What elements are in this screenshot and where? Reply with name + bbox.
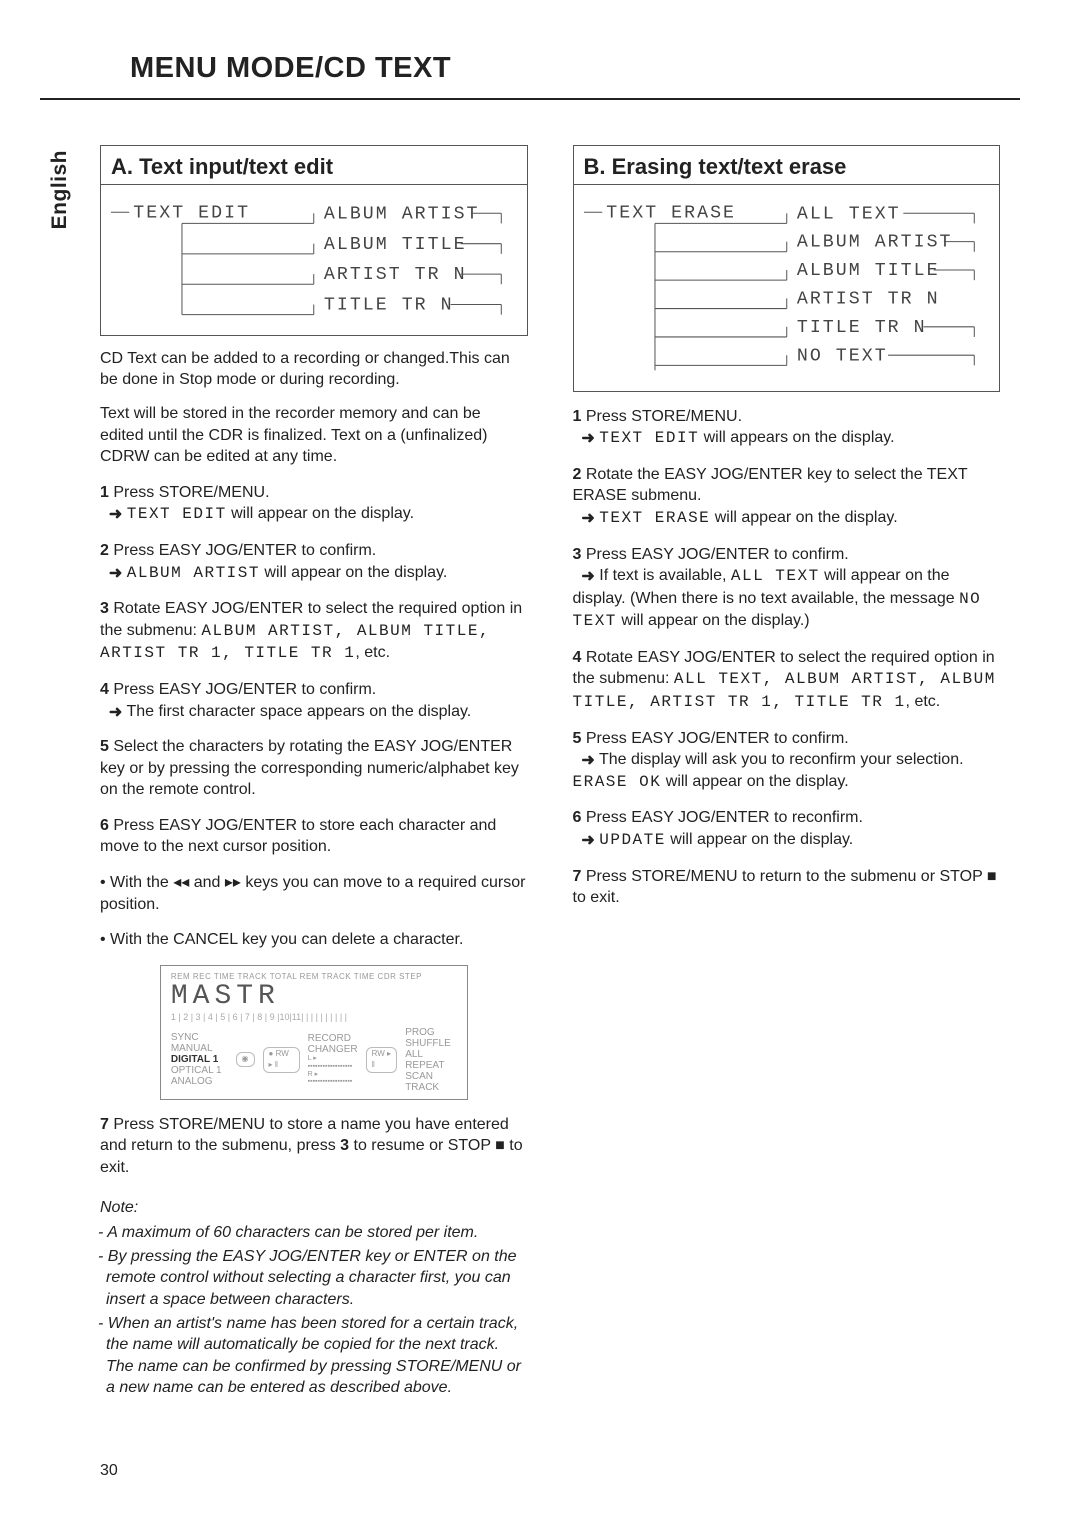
- content-columns: A. Text input/text edit TEXT EDIT ALBUM …: [100, 145, 1000, 1401]
- svg-text:ALBUM ARTIST: ALBUM ARTIST: [324, 204, 480, 224]
- svg-text:TITLE TR N: TITLE TR N: [324, 296, 454, 316]
- arrow-icon: ➜: [581, 428, 594, 450]
- svg-text:ALBUM TITLE: ALBUM TITLE: [324, 235, 467, 255]
- arrow-icon: ➜: [581, 508, 594, 530]
- disc-icon: ◉: [236, 1052, 255, 1067]
- lcd-track-bar: 1 | 2 | 3 | 4 | 5 | 6 | 7 | 8 | 9 |10|11…: [171, 1011, 457, 1023]
- bullet-a1: • With the ◂◂ and ▸▸ keys you can move t…: [100, 872, 528, 915]
- note-heading: Note:: [100, 1197, 528, 1219]
- tree-b-items: ALL TEXT ALBUM ARTIST ALBUM TITLE ARTIST…: [654, 204, 973, 366]
- step-b5: 5 Press EASY JOG/ENTER to confirm. ➜ The…: [573, 728, 1001, 794]
- step-a4: 4 Press EASY JOG/ENTER to confirm. ➜ The…: [100, 679, 528, 722]
- svg-text:TITLE TR N: TITLE TR N: [796, 318, 926, 338]
- tree-root-b: TEXT ERASE: [606, 203, 736, 223]
- fastforward-icon: ▸▸: [225, 874, 241, 891]
- arrow-icon: ➜: [581, 830, 594, 852]
- column-a: A. Text input/text edit TEXT EDIT ALBUM …: [100, 145, 528, 1401]
- section-a-box: A. Text input/text edit TEXT EDIT ALBUM …: [100, 145, 528, 336]
- svg-text:ARTIST TR N: ARTIST TR N: [324, 265, 467, 285]
- svg-text:ALBUM TITLE: ALBUM TITLE: [796, 261, 939, 281]
- arrow-icon: ➜: [109, 702, 122, 724]
- note-item: By pressing the EASY JOG/ENTER key or EN…: [106, 1246, 528, 1311]
- tree-b-svg: TEXT ERASE ALL TEXT ALBUM ARTIST ALBUM T…: [584, 193, 990, 381]
- bullet-a2: • With the CANCEL key you can delete a c…: [100, 929, 528, 951]
- arrow-icon: ➜: [581, 566, 594, 588]
- note-list: A maximum of 60 characters can be stored…: [100, 1222, 528, 1399]
- para-a2: Text will be stored in the recorder memo…: [100, 403, 528, 468]
- column-b: B. Erasing text/text erase TEXT ERASE AL…: [573, 145, 1001, 1401]
- step-a2: 2 Press EASY JOG/ENTER to confirm. ➜ ALB…: [100, 540, 528, 584]
- svg-text:ALL TEXT: ALL TEXT: [796, 204, 900, 224]
- arrow-icon: ➜: [581, 750, 594, 772]
- step-a1: 1 Press STORE/MENU. ➜ TEXT EDIT will app…: [100, 482, 528, 526]
- rw-badge: ● RW ▸ ‖: [263, 1047, 300, 1073]
- step-b2: 2 Rotate the EASY JOG/ENTER key to selec…: [573, 464, 1001, 530]
- rw-badge-2: RW ▸ ‖: [366, 1047, 398, 1073]
- step-b4: 4 Rotate EASY JOG/ENTER to select the re…: [573, 647, 1001, 714]
- tree-a: TEXT EDIT ALBUM ARTIST ALBUM TITLE ARTIS…: [101, 185, 527, 335]
- section-b-heading: B. Erasing text/text erase: [574, 146, 1000, 185]
- tree-a-svg: TEXT EDIT ALBUM ARTIST ALBUM TITLE ARTIS…: [111, 193, 517, 325]
- section-a-body: CD Text can be added to a recording or c…: [100, 348, 528, 1399]
- rewind-icon: ◂◂: [173, 874, 189, 891]
- lcd-main-text: MASTR: [171, 983, 457, 1011]
- step-b6: 6 Press EASY JOG/ENTER to reconfirm. ➜ U…: [573, 807, 1001, 851]
- arrow-icon: ➜: [109, 504, 122, 526]
- para-a1: CD Text can be added to a recording or c…: [100, 348, 528, 391]
- step-a6: 6 Press EASY JOG/ENTER to store each cha…: [100, 815, 528, 858]
- step-a5: 5 Select the characters by rotating the …: [100, 736, 528, 801]
- svg-text:ARTIST TR N: ARTIST TR N: [796, 289, 939, 309]
- lcd-bottom-row: SYNC MANUAL DIGITAL 1 OPTICAL 1 ANALOG ◉…: [171, 1027, 457, 1093]
- title-rule: [40, 98, 1020, 100]
- section-b-body: 1 Press STORE/MENU. ➜ TEXT EDIT will app…: [573, 406, 1001, 909]
- step-b3: 3 Press EASY JOG/ENTER to confirm. ➜ If …: [573, 544, 1001, 633]
- page-number: 30: [100, 1462, 118, 1480]
- arrow-icon: ➜: [109, 563, 122, 585]
- lcd-display: REM REC TIME TRACK TOTAL REM TRACK TIME …: [160, 965, 468, 1100]
- page-title: MENU MODE/CD TEXT: [130, 52, 451, 85]
- step-b1: 1 Press STORE/MENU. ➜ TEXT EDIT will app…: [573, 406, 1001, 450]
- step-b7: 7 Press STORE/MENU to return to the subm…: [573, 866, 1001, 909]
- svg-text:NO TEXT: NO TEXT: [796, 346, 887, 366]
- tree-root-a: TEXT EDIT: [133, 203, 250, 223]
- note-item: When an artist's name has been stored fo…: [106, 1313, 528, 1399]
- step-a3: 3 Rotate EASY JOG/ENTER to select the re…: [100, 598, 528, 665]
- step-a7: 7 Press STORE/MENU to store a name you h…: [100, 1114, 528, 1179]
- note-item: A maximum of 60 characters can be stored…: [106, 1222, 528, 1244]
- section-b-box: B. Erasing text/text erase TEXT ERASE AL…: [573, 145, 1001, 392]
- tree-b: TEXT ERASE ALL TEXT ALBUM ARTIST ALBUM T…: [574, 185, 1000, 391]
- language-tab: English: [48, 150, 72, 229]
- svg-text:ALBUM ARTIST: ALBUM ARTIST: [796, 233, 952, 253]
- section-a-heading: A. Text input/text edit: [101, 146, 527, 185]
